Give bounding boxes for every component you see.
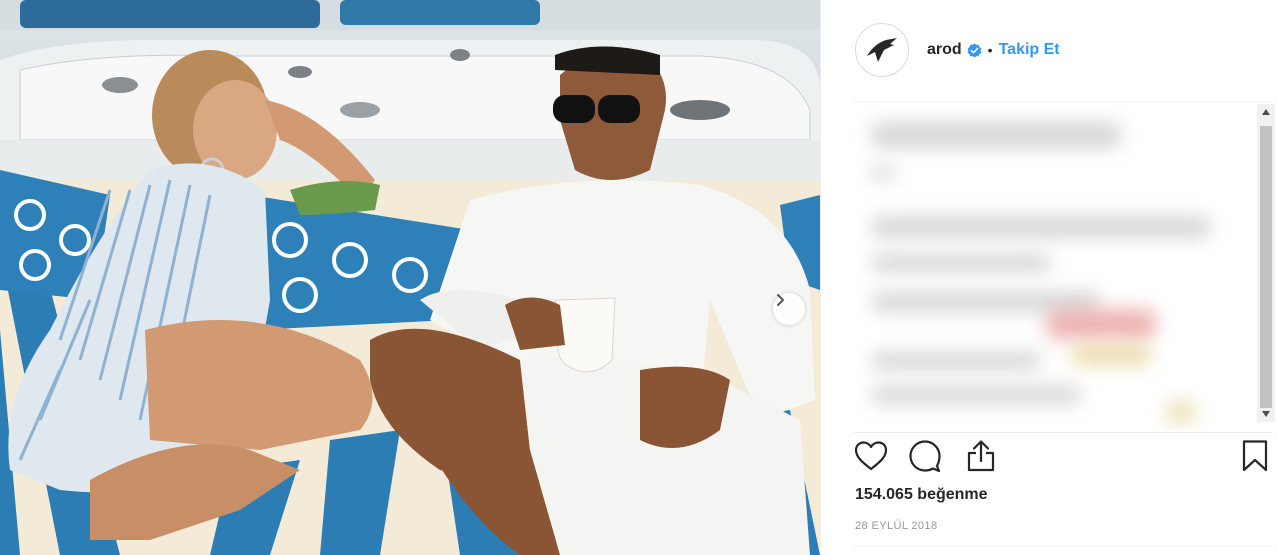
blurred-text — [871, 216, 1211, 238]
share-icon — [967, 440, 995, 472]
username-link[interactable]: arod — [927, 41, 962, 59]
likes-count[interactable]: 154.065 beğenme — [855, 486, 988, 504]
blurred-text — [871, 386, 1081, 404]
scroll-up-button[interactable] — [1257, 104, 1275, 120]
post-date[interactable]: 28 EYLÜL 2018 — [855, 520, 937, 532]
next-photo-button[interactable] — [773, 293, 805, 325]
blurred-text — [871, 254, 1051, 272]
share-button[interactable] — [963, 438, 999, 474]
comments-area[interactable] — [841, 104, 1261, 430]
follow-button[interactable]: Takip Et — [999, 41, 1060, 59]
footer-divider — [853, 546, 1273, 547]
blurred-emoji — [1071, 344, 1151, 366]
athlete-logo-icon — [867, 38, 897, 62]
avatar[interactable] — [855, 23, 909, 77]
header-divider — [853, 101, 1273, 102]
action-bar — [853, 438, 1273, 474]
like-button[interactable] — [853, 438, 889, 474]
verified-badge-icon — [967, 42, 982, 58]
separator-dot: • — [987, 42, 993, 58]
blurred-text — [871, 352, 1041, 370]
post-details-panel: arod • Takip Et 154.065 beğenme 28 EYLÜL… — [820, 0, 1277, 555]
blurred-caption — [871, 122, 1121, 148]
blurred-text — [871, 166, 895, 180]
post-header: arod • Takip Et — [821, 0, 1277, 100]
scroll-thumb[interactable] — [1260, 126, 1272, 408]
likes-number: 154.065 — [855, 486, 913, 503]
comments-scrollbar[interactable] — [1257, 104, 1275, 422]
likes-word: beğenme — [917, 486, 988, 503]
blurred-emoji — [1046, 309, 1156, 339]
comment-icon — [909, 440, 941, 473]
save-button[interactable] — [1237, 438, 1273, 474]
post-photo[interactable] — [0, 0, 820, 555]
scroll-down-button[interactable] — [1257, 406, 1275, 422]
actions-divider — [853, 432, 1273, 433]
triangle-up-icon — [1262, 109, 1270, 115]
chevron-right-icon — [777, 294, 784, 306]
blurred-emoji — [1166, 400, 1196, 424]
triangle-down-icon — [1262, 411, 1270, 417]
comment-button[interactable] — [907, 438, 943, 474]
photo-illustration — [0, 0, 820, 555]
heart-icon — [854, 441, 888, 471]
bookmark-icon — [1242, 440, 1268, 472]
